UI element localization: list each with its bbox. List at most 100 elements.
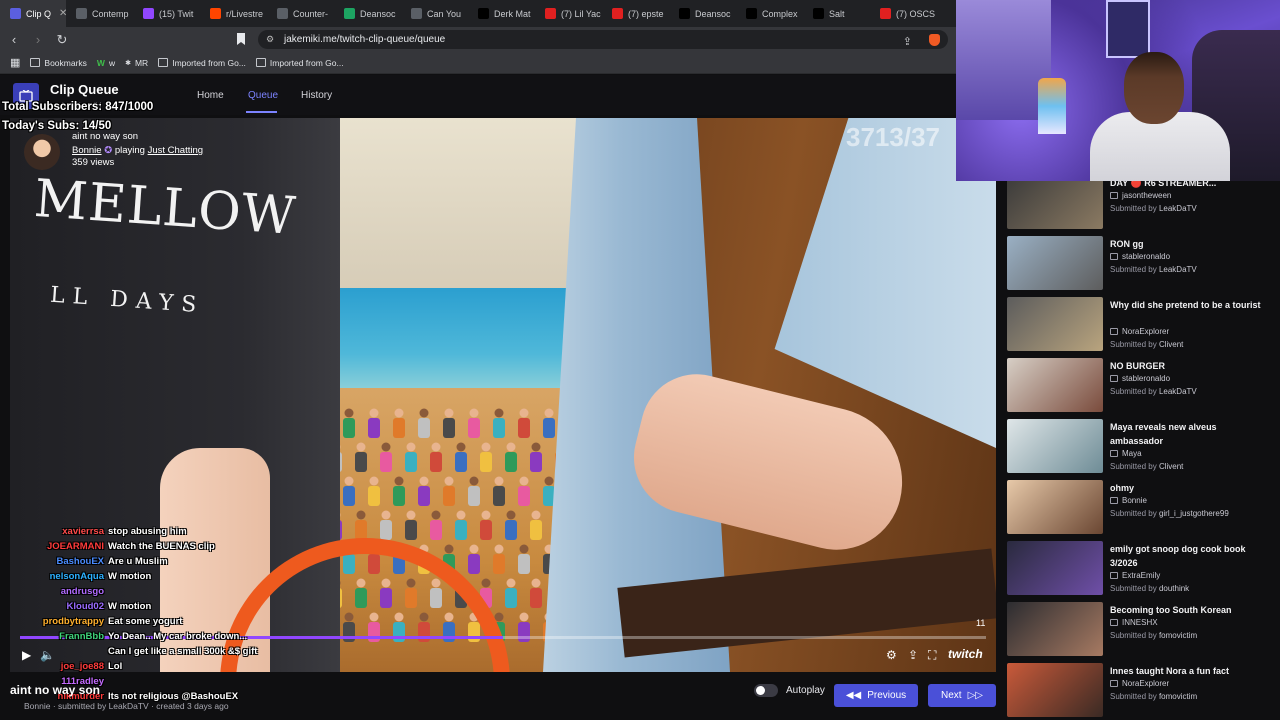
browser-tab[interactable]: Deansoc [334,0,401,27]
twitch-logo-icon[interactable]: twitch [948,647,983,661]
chat-username[interactable]: BashouEX [18,556,104,567]
browser-tab[interactable]: Complex [736,0,803,27]
w-logo-icon: W [96,57,105,68]
tab-close-icon[interactable]: ✕ [59,8,66,19]
bookmark-folder[interactable]: Bookmarks [30,58,87,68]
chat-username[interactable]: joe_joe88 [18,661,104,672]
bookmark-mr[interactable]: ✱ MR [125,58,148,68]
autoplay-toggle[interactable] [754,684,778,697]
queue-submitter: Submitted by LeakDaTV [1110,204,1197,213]
category-link[interactable]: Just Chatting [148,145,203,156]
queue-channel-name: stableronaldo [1122,252,1171,261]
autoplay-label: Autoplay [786,685,825,696]
channel-link[interactable]: Bonnie [72,145,102,156]
queue-item[interactable]: Why did she pretend to be a tourist NoraE… [1004,297,1272,357]
today-subs: Today's Subs: 14/50 [2,120,112,132]
bookmark-imported-2[interactable]: Imported from Go... [255,58,344,68]
previous-button[interactable]: ◀◀ Previous [834,684,918,707]
queue-thumbnail[interactable] [1007,181,1103,229]
queue-item[interactable]: Maya reveals new alveus ambassador Maya Su… [1004,419,1272,479]
forward-icon[interactable]: › [28,30,48,50]
tab-favicon-icon [143,8,154,19]
queue-title: emily got snoop dog cook book 3/2026 [1110,544,1246,568]
queue-item[interactable]: Innes taught Nora a fun fact NoraExplorer… [1004,663,1272,720]
queue-title: Maya reveals new alveus ambassador [1110,422,1217,446]
next-button[interactable]: Next ▷▷ [928,684,996,707]
chat-username[interactable]: Kloud02 [18,601,104,612]
tab-label: Deansoc [360,8,396,19]
nav-queue[interactable]: Queue [248,90,278,101]
queue-item[interactable]: Becoming too South Korean INNESHX Submitte… [1004,602,1272,662]
browser-tab[interactable]: r/Livestre [200,0,267,27]
site-info-icon[interactable]: ⚙ [266,34,276,44]
bookmark-imported-1[interactable]: Imported from Go... [158,58,246,68]
chat-username[interactable]: xavierrsa [18,526,104,537]
browser-tab[interactable]: Clip Q ✕ [0,0,66,27]
browser-tab[interactable]: (7) Lil Yac [535,0,602,27]
clip-bottom-title: aint no way son [10,683,101,697]
chat-username[interactable]: FrannBbb [18,631,104,642]
chat-message: joe_joe88 Lol [18,661,123,672]
queue-thumbnail[interactable] [1007,480,1103,534]
queue-thumbnail[interactable] [1007,358,1103,412]
queue-channel: ExtraEmily [1110,571,1160,580]
queue-item[interactable]: emily got snoop dog cook book 3/2026 Extr… [1004,541,1272,601]
queue-item[interactable]: ohmy Bonnie Submitted by girl_i_justgother… [1004,480,1272,540]
queue-thumbnail[interactable] [1007,297,1103,351]
queue-channel: NoraExplorer [1110,327,1169,336]
browser-tab[interactable]: Derk Mat [468,0,535,27]
queue-item[interactable]: DAY 🔴 R6 STREAMER... jasontheween Submitte… [1004,181,1272,235]
chat-username[interactable]: andrusgo [18,586,104,597]
queue-thumbnail[interactable] [1007,663,1103,717]
back-icon[interactable]: ‹ [4,30,24,50]
tab-favicon-icon [679,8,690,19]
queue-thumbnail[interactable] [1007,602,1103,656]
nav-home[interactable]: Home [197,90,224,101]
tab-label: r/Livestre [226,8,264,19]
mural-figure [505,442,517,472]
mural-figure [343,476,355,506]
browser-tab[interactable]: Salt [803,0,870,27]
queue-thumbnail[interactable] [1007,236,1103,290]
mural-figure [418,476,430,506]
clip-views: 359 views [72,157,115,168]
time-remaining: 11 [976,618,986,628]
fullscreen-icon[interactable]: ⛶ [928,648,936,663]
reload-icon[interactable]: ↻ [52,30,72,50]
total-subscribers: Total Subscribers: 847/1000 [2,101,154,113]
browser-tab[interactable]: Contemp [66,0,133,27]
bookmark-w[interactable]: Ww [97,58,115,68]
browser-tab[interactable]: (7) epste [602,0,669,27]
browser-tab[interactable]: Can You [401,0,468,27]
nav-active-indicator [246,111,277,113]
queue-item[interactable]: NO BURGER stableronaldo Submitted by LeakD… [1004,358,1272,418]
apps-grid-icon[interactable]: ▦ [10,56,20,69]
chat-username[interactable]: prodbytrappy [18,616,104,627]
mural-figure [480,510,492,540]
share-icon[interactable]: ⇪ [903,35,912,48]
browser-tab[interactable]: Deansoc [669,0,736,27]
browser-tab[interactable]: (15) Twit [133,0,200,27]
browser-tab[interactable]: Counter- [267,0,334,27]
queue-item[interactable]: RON gg stableronaldo Submitted by LeakDaTV [1004,236,1272,296]
channel-avatar[interactable] [24,134,60,170]
mural-figure [430,510,442,540]
settings-icon[interactable]: ⚙ [886,648,897,662]
queue-channel: Maya [1110,449,1142,458]
mural-figure [380,510,392,540]
chat-username[interactable]: JOEARMANI [18,541,104,552]
chat-bubble-icon [1110,253,1118,261]
queue-channel-name: jasontheween [1122,191,1172,200]
browser-tab[interactable]: (7) OSCS [870,0,937,27]
chat-username[interactable]: nelsonAqua [18,571,104,582]
tab-label: Deansoc [695,8,731,19]
queue-title: DAY 🔴 R6 STREAMER... [1110,181,1217,188]
mural-figure [468,476,480,506]
bookmark-page-icon[interactable] [236,33,246,45]
queue-thumbnail[interactable] [1007,541,1103,595]
nav-history[interactable]: History [301,90,332,101]
address-bar[interactable]: ⚙ jakemiki.me/twitch-clip-queue/queue ⇪ [258,30,948,49]
brave-shield-icon[interactable] [929,34,940,46]
queue-thumbnail[interactable] [1007,419,1103,473]
share-clip-icon[interactable]: ⇪ [908,648,918,662]
